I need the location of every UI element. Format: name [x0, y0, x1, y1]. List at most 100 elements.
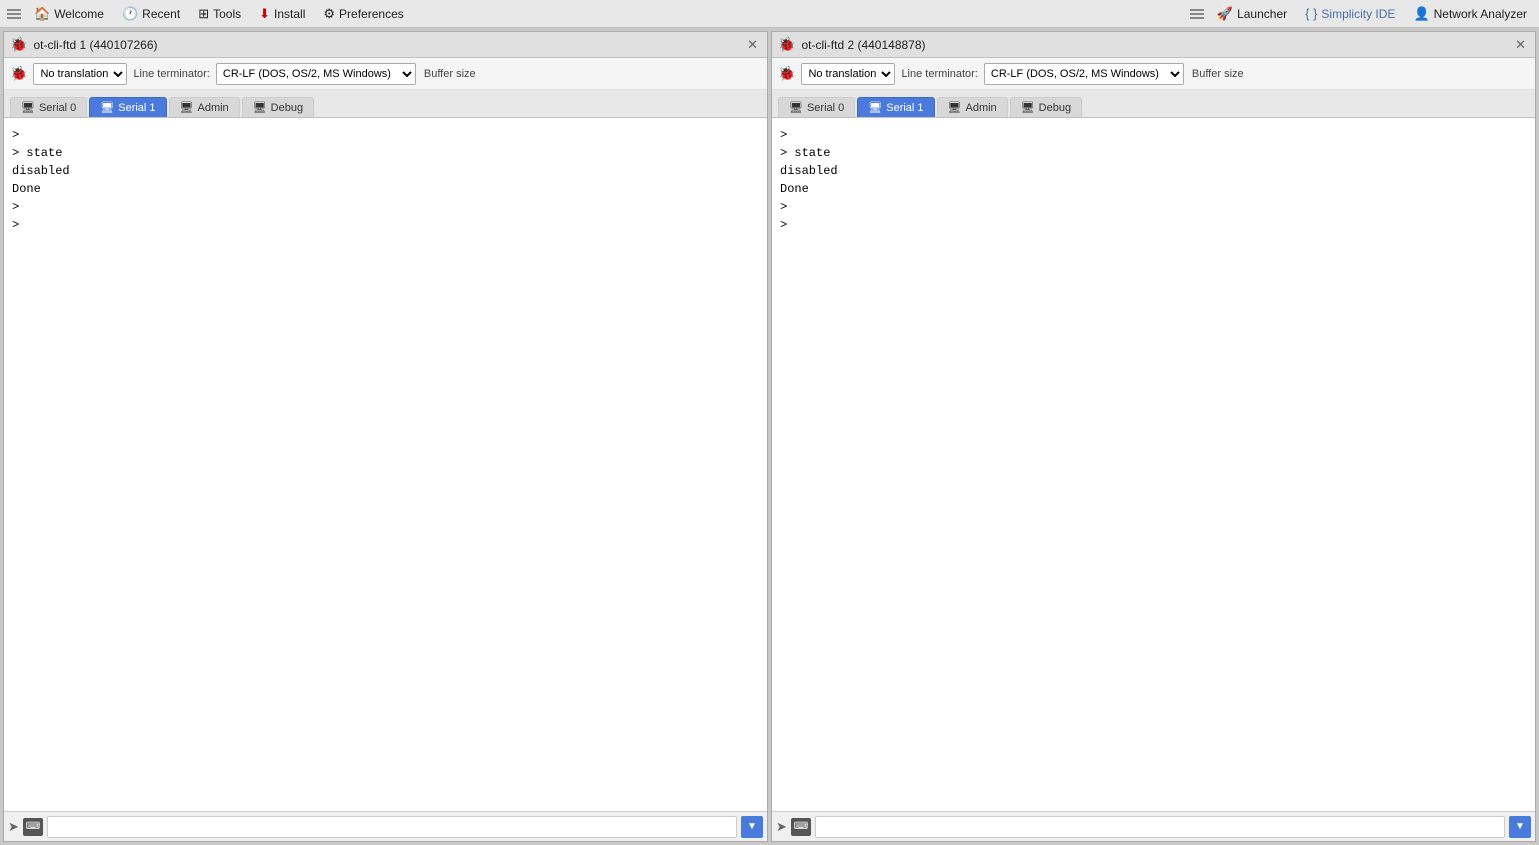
panel-1-tab-admin-label: Admin — [198, 102, 229, 114]
terminal-line: > — [12, 198, 759, 216]
terminal-line: > state — [780, 144, 1527, 162]
panel-1-icon: 🐞 — [10, 36, 27, 53]
simplicity-ide-icon: { } — [1305, 6, 1317, 21]
panel-1-tab-debug[interactable]: 🖥 Debug — [242, 97, 314, 117]
panel-1-input-dropdown[interactable]: ▼ — [741, 816, 763, 838]
terminal-line: Done — [12, 180, 759, 198]
panel-1-buffer-label: Buffer size — [424, 68, 476, 80]
serial1-icon: 🖥 — [100, 101, 114, 114]
panel-1-line-terminator-select[interactable]: CR-LF (DOS, OS/2, MS Windows) — [216, 63, 416, 85]
menu-simplicity-ide[interactable]: { } Simplicity IDE — [1297, 3, 1403, 24]
terminal-line: > — [780, 198, 1527, 216]
panel-2-terminal[interactable]: >> statedisabledDone>> — [772, 118, 1535, 811]
panel-2-tab-admin-label: Admin — [966, 102, 997, 114]
panel-2-command-input[interactable] — [815, 816, 1505, 838]
panel-2-title: ot-cli-ftd 2 (440148878) — [801, 38, 1506, 52]
panel-2-line-terminator-label: Line terminator: — [901, 68, 977, 80]
panel2-serial1-icon: 🖥 — [868, 101, 882, 114]
terminal-line: Done — [780, 180, 1527, 198]
panel-2-tab-debug-label: Debug — [1039, 102, 1071, 114]
panel-2-input-prompt-icon: ➤ — [776, 819, 787, 835]
menu-install[interactable]: ⬇ Install — [251, 3, 313, 25]
menu-preferences[interactable]: ⚙ Preferences — [315, 3, 411, 25]
panel-2-cmd-icon: ⌨ — [791, 818, 811, 836]
panel-1-titlebar: 🐞 ot-cli-ftd 1 (440107266) ✕ — [4, 32, 767, 58]
network-analyzer-icon: 👤 — [1413, 6, 1429, 22]
panel-1-input-prompt-icon: ➤ — [8, 819, 19, 835]
panel-2-close[interactable]: ✕ — [1512, 36, 1529, 54]
terminal-line: disabled — [780, 162, 1527, 180]
panel-2-input-dropdown[interactable]: ▼ — [1509, 816, 1531, 838]
panel-1-cmd-icon: ⌨ — [23, 818, 43, 836]
menu-preferences-label: Preferences — [339, 7, 404, 21]
menu-recent-label: Recent — [142, 7, 180, 21]
panel-1-tab-debug-label: Debug — [271, 102, 303, 114]
menu-tools[interactable]: ⊞ Tools — [190, 3, 249, 25]
debug-icon: 🖥 — [253, 101, 267, 114]
install-icon: ⬇ — [259, 6, 270, 22]
panel-2-buffer-label: Buffer size — [1192, 68, 1244, 80]
panel-1-tabs: 🖥 Serial 0 🖥 Serial 1 🖥 Admin 🖥 Debug — [4, 90, 767, 118]
panel-2-tabs: 🖥 Serial 0 🖥 Serial 1 🖥 Admin 🖥 Debug — [772, 90, 1535, 118]
recent-icon: 🕐 — [122, 6, 138, 22]
panel2-serial0-icon: 🖥 — [789, 101, 803, 114]
home-icon: 🏠 — [34, 6, 50, 22]
panel-1-tab-serial1[interactable]: 🖥 Serial 1 — [89, 97, 166, 117]
admin-icon: 🖥 — [180, 101, 194, 114]
terminal-line: > — [12, 216, 759, 234]
panel-1-tab-serial1-label: Serial 1 — [118, 102, 155, 114]
panel-2-tab-debug[interactable]: 🖥 Debug — [1010, 97, 1082, 117]
panel-1-inputbar: ➤ ⌨ ▼ — [4, 811, 767, 841]
terminal-line: > state — [12, 144, 759, 162]
main-area: 🐞 ot-cli-ftd 1 (440107266) ✕ 🐞 No transl… — [0, 28, 1539, 845]
panel-2-inputbar: ➤ ⌨ ▼ — [772, 811, 1535, 841]
menubar: 🏠 Welcome 🕐 Recent ⊞ Tools ⬇ Install ⚙ P… — [0, 0, 1539, 28]
panel-2-tab-serial1[interactable]: 🖥 Serial 1 — [857, 97, 934, 117]
terminal-line: > — [12, 126, 759, 144]
panel-2-toolbar: 🐞 No translation Line terminator: CR-LF … — [772, 58, 1535, 90]
terminal-line: > — [780, 126, 1527, 144]
menu-network-analyzer-label: Network Analyzer — [1434, 7, 1527, 21]
panel2-admin-icon: 🖥 — [948, 101, 962, 114]
menu-network-analyzer[interactable]: 👤 Network Analyzer — [1405, 3, 1535, 25]
panel-2-tab-serial0[interactable]: 🖥 Serial 0 — [778, 97, 855, 117]
launcher-icon: 🚀 — [1217, 6, 1233, 22]
panel-2: 🐞 ot-cli-ftd 2 (440148878) ✕ 🐞 No transl… — [771, 31, 1536, 842]
tools-icon: ⊞ — [198, 6, 209, 22]
preferences-icon: ⚙ — [323, 6, 335, 22]
panel-2-icon: 🐞 — [778, 36, 795, 53]
serial0-icon: 🖥 — [21, 101, 35, 114]
panel-1-tab-serial0[interactable]: 🖥 Serial 0 — [10, 97, 87, 117]
panel-2-tab-serial0-label: Serial 0 — [807, 102, 844, 114]
panel-1-translation-select[interactable]: No translation — [33, 63, 127, 85]
panel-1-tab-admin[interactable]: 🖥 Admin — [169, 97, 240, 117]
terminal-line: disabled — [12, 162, 759, 180]
menu-grip[interactable] — [4, 5, 24, 23]
menu-tools-label: Tools — [213, 7, 241, 21]
panel-1-toolbar: 🐞 No translation Line terminator: CR-LF … — [4, 58, 767, 90]
panel-1-tab-serial0-label: Serial 0 — [39, 102, 76, 114]
menu-install-label: Install — [274, 7, 305, 21]
menu-launcher-label: Launcher — [1237, 7, 1287, 21]
menu-simplicity-ide-label: Simplicity IDE — [1321, 7, 1395, 21]
panel-2-tab-admin[interactable]: 🖥 Admin — [937, 97, 1008, 117]
panel-1-line-terminator-label: Line terminator: — [133, 68, 209, 80]
panel-1-terminal[interactable]: >> statedisabledDone>> — [4, 118, 767, 811]
panel-2-tab-serial1-label: Serial 1 — [886, 102, 923, 114]
panel-1-close[interactable]: ✕ — [744, 36, 761, 54]
panel-1-command-input[interactable] — [47, 816, 737, 838]
panel-2-titlebar: 🐞 ot-cli-ftd 2 (440148878) ✕ — [772, 32, 1535, 58]
menu-grip-right[interactable] — [1187, 5, 1207, 23]
panel-1-toolbar-icon: 🐞 — [10, 65, 27, 82]
panel-1: 🐞 ot-cli-ftd 1 (440107266) ✕ 🐞 No transl… — [3, 31, 768, 842]
panel-2-line-terminator-select[interactable]: CR-LF (DOS, OS/2, MS Windows) — [984, 63, 1184, 85]
terminal-line: > — [780, 216, 1527, 234]
menu-launcher[interactable]: 🚀 Launcher — [1209, 3, 1295, 25]
panel-2-translation-select[interactable]: No translation — [801, 63, 895, 85]
panel-1-title: ot-cli-ftd 1 (440107266) — [33, 38, 738, 52]
menu-welcome-label: Welcome — [54, 7, 104, 21]
menu-recent[interactable]: 🕐 Recent — [114, 3, 188, 25]
panel2-debug-icon: 🖥 — [1021, 101, 1035, 114]
menubar-right: 🚀 Launcher { } Simplicity IDE 👤 Network … — [1187, 3, 1535, 25]
menu-welcome[interactable]: 🏠 Welcome — [26, 3, 112, 25]
